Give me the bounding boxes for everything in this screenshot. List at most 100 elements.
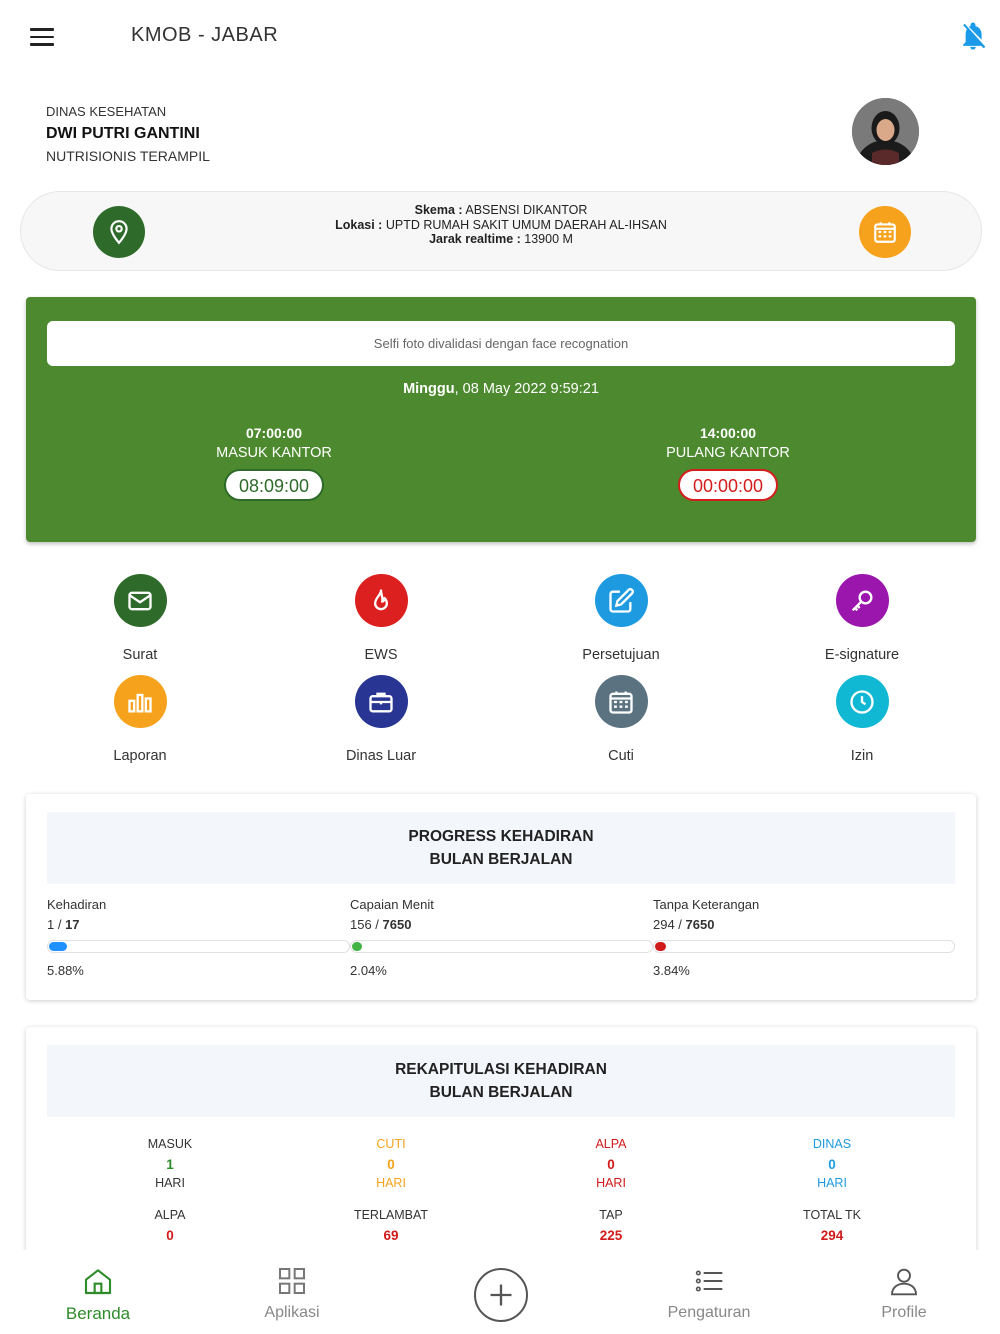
rekap-value: 0 — [166, 1227, 174, 1243]
menu-izin[interactable]: Izin — [782, 675, 942, 764]
menu-label: Persetujuan — [582, 647, 660, 663]
top-bar: KMOB - JABAR — [0, 0, 1000, 72]
nav-label: Pengaturan — [667, 1304, 751, 1321]
jarak-value: 13900 M — [524, 232, 573, 246]
bar-chart-icon — [113, 675, 167, 728]
check-out-schedule: 14:00:00 — [699, 425, 757, 441]
rekap-terlambat: TERLAMBAT 69 — [281, 1206, 501, 1245]
nav-label: Aplikasi — [264, 1304, 320, 1321]
selfie-button[interactable]: Selfi foto divalidasi dengan face recogn… — [47, 321, 955, 366]
progress-tanpa-keterangan: Tanpa Keterangan 294 / 7650 — [653, 897, 953, 932]
rekap-value: 294 — [820, 1227, 844, 1243]
check-in-label: MASUK KANTOR — [216, 445, 332, 461]
user-name: DWI PUTRI GANTINI — [46, 125, 200, 142]
app-title: KMOB - JABAR — [131, 24, 279, 46]
progress-bar-fill — [655, 942, 667, 951]
menu-persetujuan[interactable]: Persetujuan — [541, 574, 701, 663]
calendar-icon — [594, 675, 648, 728]
check-in-block: 07:00:00 MASUK KANTOR 08:09:00 — [144, 425, 404, 501]
menu-label: E-signature — [824, 647, 900, 663]
rekap-label: TAP — [599, 1208, 623, 1222]
menu-dinas-luar[interactable]: Dinas Luar — [301, 675, 461, 764]
menu-label: Surat — [122, 647, 158, 663]
menu-label: Izin — [850, 748, 874, 764]
progress-total: 7650 — [685, 917, 715, 932]
progress-total: 17 — [65, 917, 80, 932]
calendar-button[interactable] — [859, 206, 911, 258]
progress-card: PROGRESS KEHADIRAN BULAN BERJALAN Kehadi… — [26, 794, 976, 1000]
rekap-tap: TAP 225 — [501, 1206, 721, 1245]
rekap-card: REKAPITULASI KEHADIRAN BULAN BERJALAN MA… — [26, 1027, 976, 1267]
rekap-value: 225 — [599, 1227, 623, 1243]
day-name: Minggu — [403, 381, 455, 397]
plus-circle-icon[interactable] — [474, 1268, 528, 1322]
rekap-value: 0 — [387, 1156, 395, 1172]
avatar[interactable] — [852, 98, 919, 165]
list-icon — [629, 1264, 789, 1298]
nav-aplikasi[interactable]: Aplikasi — [212, 1264, 372, 1322]
rekap-alpa: ALPA 0 HARI — [501, 1135, 721, 1194]
date-time: , 08 May 2022 9:59:21 — [454, 381, 599, 397]
progress-total: 7650 — [382, 917, 412, 932]
menu-surat[interactable]: Surat — [60, 574, 220, 663]
current-datetime: Minggu, 08 May 2022 9:59:21 — [26, 381, 976, 397]
rekap-unit: HARI — [155, 1176, 185, 1190]
rekap-value: 69 — [383, 1227, 399, 1243]
progress-value: 294 / 7650 — [653, 917, 953, 932]
hamburger-menu-icon[interactable] — [30, 28, 54, 46]
menu-laporan[interactable]: Laporan — [60, 675, 220, 764]
location-button[interactable] — [93, 206, 145, 258]
key-icon — [835, 574, 889, 627]
menu-label: Laporan — [113, 748, 167, 764]
rekap-unit: HARI — [817, 1176, 847, 1190]
check-out-time-badge[interactable]: 00:00:00 — [678, 469, 778, 501]
check-out-label: PULANG KANTOR — [666, 445, 790, 461]
menu-label: EWS — [364, 647, 398, 663]
progress-percent: 3.84% — [653, 963, 690, 978]
rekap-label: TERLAMBAT — [353, 1208, 429, 1222]
progress-title: PROGRESS KEHADIRAN BULAN BERJALAN — [47, 812, 955, 884]
progress-bar-tanpa-keterangan — [653, 940, 955, 953]
rekap-label: ALPA — [595, 1137, 627, 1151]
jarak-label: Jarak realtime : — [429, 232, 521, 246]
nav-beranda[interactable]: Beranda — [18, 1264, 178, 1324]
bottom-nav: Beranda Aplikasi Pengaturan Profile — [0, 1250, 1000, 1334]
profile-info: DINAS KESEHATAN DWI PUTRI GANTINI NUTRIS… — [46, 104, 646, 164]
rekap-label: TOTAL TK — [803, 1208, 861, 1222]
menu-ews[interactable]: EWS — [301, 574, 461, 663]
rekap-value: 1 — [166, 1156, 174, 1172]
bell-off-icon[interactable] — [958, 20, 988, 52]
nav-pengaturan[interactable]: Pengaturan — [629, 1264, 789, 1322]
nav-profile[interactable]: Profile — [824, 1264, 984, 1322]
location-pin-icon — [110, 220, 128, 245]
check-out-block: 14:00:00 PULANG KANTOR 00:00:00 — [598, 425, 858, 501]
progress-label: Kehadiran — [47, 897, 107, 912]
rekap-dinas: DINAS 0 HARI — [722, 1135, 942, 1194]
progress-current: 1 / — [47, 917, 66, 932]
user-icon — [824, 1264, 984, 1298]
check-in-schedule: 07:00:00 — [245, 425, 303, 441]
skema-label: Skema : — [414, 203, 463, 217]
progress-bar-fill — [352, 942, 362, 951]
progress-value: 156 / 7650 — [350, 917, 650, 932]
rekap-value: 0 — [828, 1156, 836, 1172]
rekap-alpa-tk: ALPA 0 — [60, 1206, 280, 1245]
rekap-total-tk: TOTAL TK 294 — [722, 1206, 942, 1245]
check-in-time-badge[interactable]: 08:09:00 — [224, 469, 324, 501]
progress-bar-fill — [49, 942, 67, 951]
rekap-title-line1: REKAPITULASI KEHADIRAN — [395, 1061, 607, 1078]
progress-label: Capaian Menit — [350, 897, 434, 912]
menu-e-signature[interactable]: E-signature — [782, 574, 942, 663]
lokasi-label: Lokasi : — [335, 217, 383, 232]
rekap-label: DINAS — [812, 1137, 852, 1151]
menu-label: Cuti — [608, 748, 634, 764]
grid-icon — [212, 1264, 372, 1298]
rekap-title-line2: BULAN BERJALAN — [429, 1084, 573, 1101]
home-icon — [18, 1264, 178, 1298]
progress-bar-kehadiran — [47, 940, 350, 953]
nav-label: Beranda — [65, 1304, 131, 1323]
menu-cuti[interactable]: Cuti — [541, 675, 701, 764]
user-position: NUTRISIONIS TERAMPIL — [46, 148, 210, 164]
progress-percent: 5.88% — [47, 963, 84, 978]
progress-label: Tanpa Keterangan — [653, 897, 760, 912]
